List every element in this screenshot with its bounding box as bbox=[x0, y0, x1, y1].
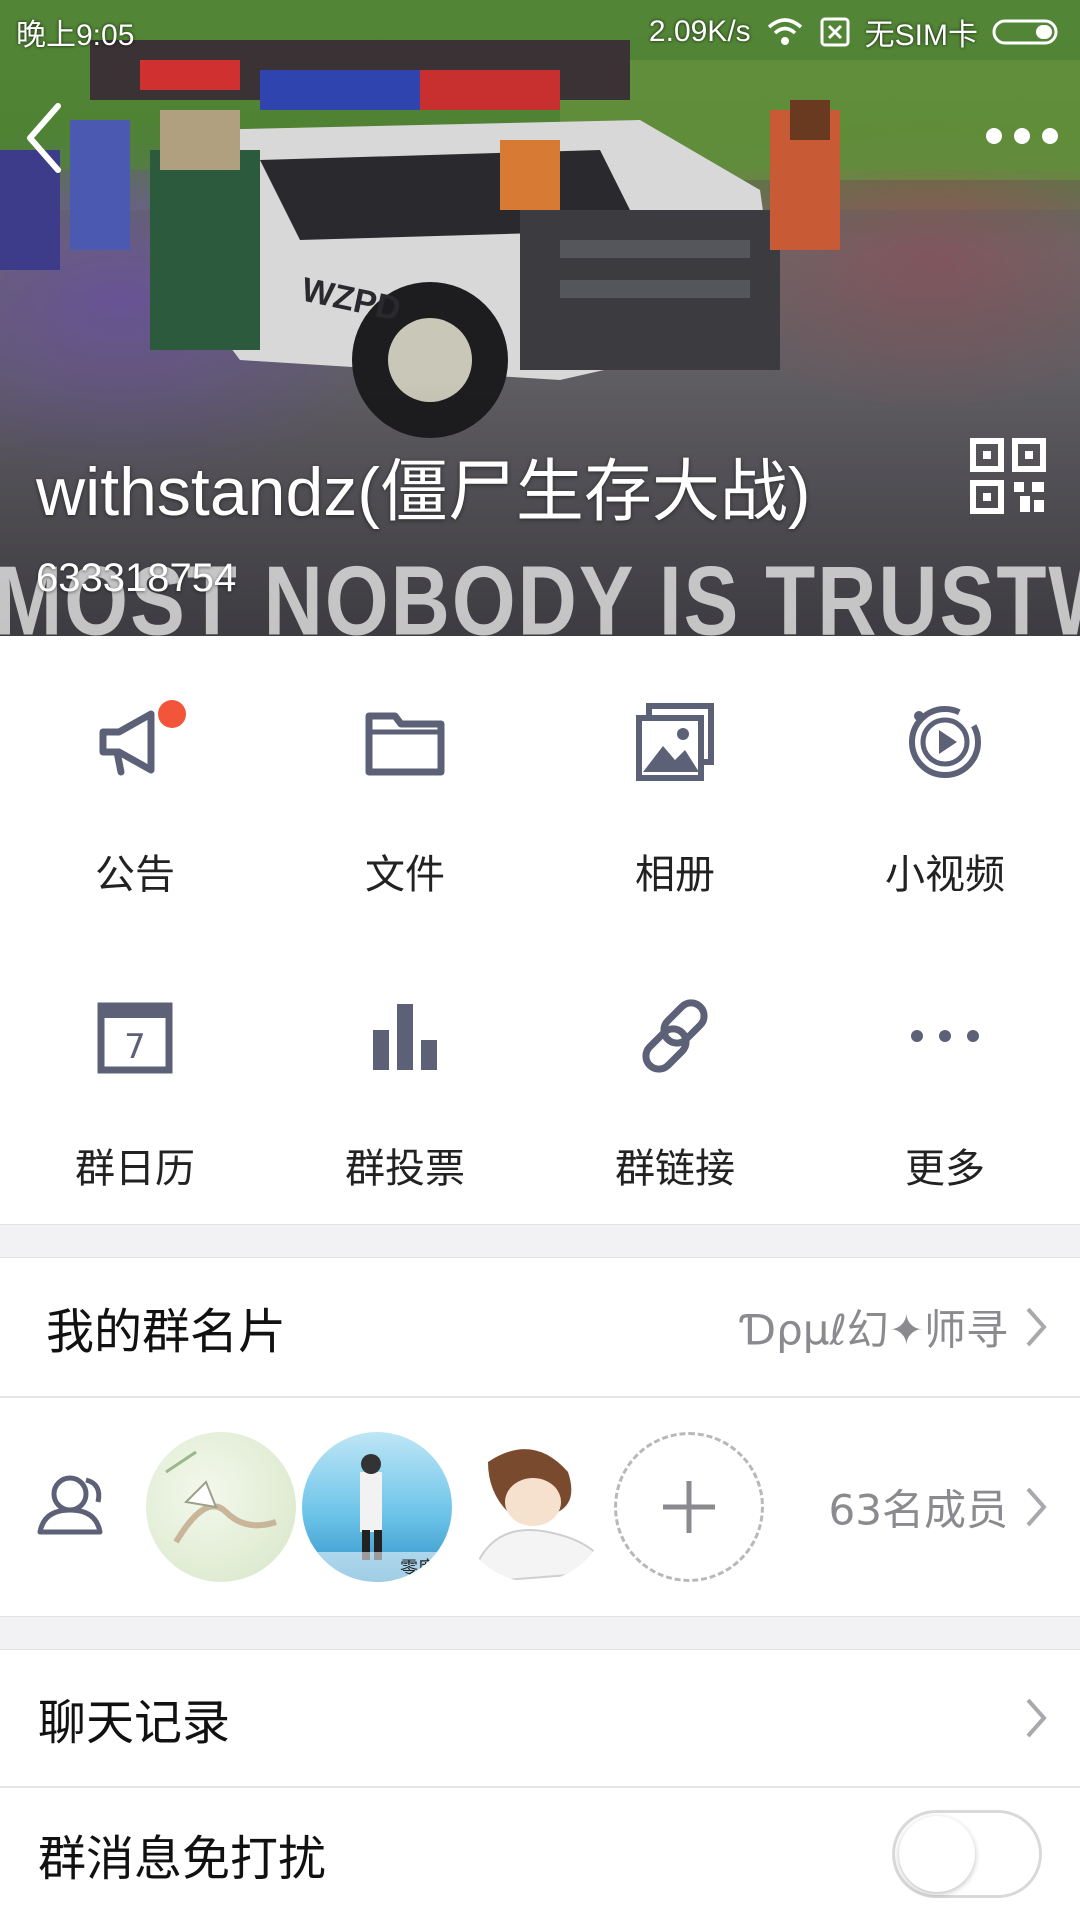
feature-poll[interactable]: 群投票 bbox=[270, 930, 540, 1224]
feature-label: 群链接 bbox=[615, 1146, 735, 1192]
link-icon bbox=[642, 999, 708, 1073]
feature-label: 相册 bbox=[635, 852, 715, 898]
net-speed: 2.09K/s bbox=[648, 15, 751, 48]
group-name: withstandz(僵尸生存大战) bbox=[36, 454, 811, 530]
feature-label: 文件 bbox=[365, 852, 445, 898]
no-sim-icon bbox=[819, 16, 851, 48]
calendar-icon: 7 bbox=[97, 1002, 173, 1074]
qr-code-icon bbox=[970, 438, 1046, 514]
feature-album[interactable]: 相册 bbox=[540, 636, 810, 930]
my-card-title: 我的群名片 bbox=[46, 1304, 287, 1360]
wifi-icon bbox=[765, 17, 805, 47]
group-cover-header: WZPD MOST NOBODY IS TRUSTWORT bbox=[0, 0, 1080, 636]
chat-history-title: 聊天记录 bbox=[38, 1695, 231, 1751]
feature-grid: 公告 文件 相册 小视频 7 群日历 群投票 群链接 更多 bbox=[0, 636, 1080, 1224]
video-icon bbox=[909, 706, 981, 778]
member-avatar[interactable] bbox=[146, 1432, 296, 1582]
feature-label: 群日历 bbox=[75, 1146, 195, 1192]
calendar-day: 7 bbox=[124, 1027, 146, 1067]
feature-files[interactable]: 文件 bbox=[270, 636, 540, 930]
folder-icon bbox=[365, 712, 445, 776]
back-icon bbox=[27, 103, 61, 173]
chat-history-row[interactable]: 聊天记录 bbox=[0, 1650, 1080, 1786]
feature-label: 更多 bbox=[905, 1146, 985, 1192]
status-time: 晚上9:05 bbox=[16, 19, 135, 52]
my-group-card-row[interactable]: 我的群名片 Ɗρµℓ幻✦师寻 bbox=[0, 1258, 1080, 1396]
mute-toggle[interactable] bbox=[892, 1810, 1042, 1898]
chevron-right-icon bbox=[1026, 1307, 1047, 1347]
feature-calendar[interactable]: 7 群日历 bbox=[0, 930, 270, 1224]
battery-icon bbox=[992, 17, 1062, 47]
feature-short-video[interactable]: 小视频 bbox=[810, 636, 1080, 930]
more-dots-icon bbox=[911, 1030, 979, 1042]
feature-label: 群投票 bbox=[345, 1146, 465, 1192]
chevron-right-icon bbox=[1026, 1487, 1047, 1527]
status-indicators: 2.09K/s 无SIM卡 bbox=[649, 10, 1062, 54]
poll-icon bbox=[373, 1004, 437, 1070]
mute-title: 群消息免打扰 bbox=[38, 1831, 327, 1887]
feature-label: 公告 bbox=[95, 852, 175, 898]
status-bar: 晚上9:05 2.09K/s 无SIM卡 bbox=[0, 0, 1080, 58]
feature-link[interactable]: 群链接 bbox=[540, 930, 810, 1224]
chevron-right-icon bbox=[1026, 1698, 1047, 1738]
add-member-icon bbox=[663, 1481, 715, 1533]
section-separator bbox=[0, 1616, 1080, 1650]
more-icon bbox=[986, 128, 1058, 144]
feature-label: 小视频 bbox=[885, 852, 1005, 898]
section-separator bbox=[0, 1224, 1080, 1258]
my-card-value: Ɗρµℓ幻✦师寻 bbox=[741, 1305, 1008, 1355]
add-member-button[interactable] bbox=[614, 1432, 764, 1582]
back-button[interactable] bbox=[18, 98, 74, 178]
sim-status: 无SIM卡 bbox=[864, 19, 978, 52]
album-icon bbox=[636, 703, 714, 781]
member-count: 63名成员 bbox=[828, 1485, 1008, 1535]
new-badge bbox=[158, 700, 186, 728]
more-options-button[interactable] bbox=[982, 116, 1062, 156]
feature-announcement[interactable]: 公告 bbox=[0, 636, 270, 930]
member-avatar[interactable]: 零度 bbox=[302, 1432, 452, 1582]
member-avatar[interactable] bbox=[458, 1432, 608, 1582]
members-icon bbox=[37, 1475, 103, 1535]
toggle-knob bbox=[899, 1816, 975, 1892]
qr-code-button[interactable] bbox=[970, 438, 1046, 514]
feature-more[interactable]: 更多 bbox=[810, 930, 1080, 1224]
group-id: 633318754 bbox=[36, 556, 237, 600]
